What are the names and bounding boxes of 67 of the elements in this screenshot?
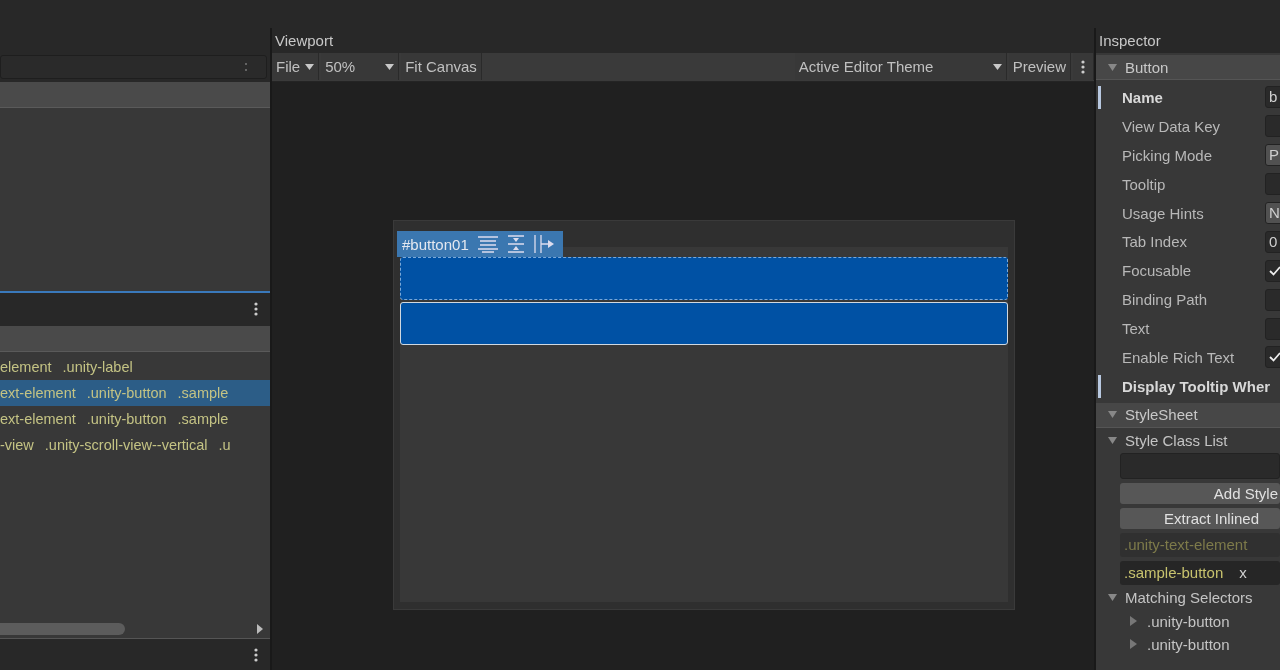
expand-arrow-icon bbox=[1130, 616, 1137, 627]
input-field[interactable]: 0 bbox=[1265, 230, 1280, 253]
section-header[interactable]: StyleSheet bbox=[1096, 402, 1280, 428]
scroll-right-icon[interactable] bbox=[256, 624, 264, 634]
more-icon[interactable] bbox=[254, 646, 258, 663]
dropdown-arrow-icon bbox=[385, 63, 395, 70]
field-label: Binding Path bbox=[1122, 291, 1209, 309]
field-label: Text bbox=[1122, 320, 1151, 338]
options-icon[interactable] bbox=[244, 61, 248, 73]
element-name: #button01 bbox=[402, 235, 469, 253]
field-label: Usage Hints bbox=[1122, 204, 1205, 222]
selector-class: element bbox=[0, 359, 52, 375]
dropdown-field[interactable]: P bbox=[1265, 144, 1280, 167]
expand-arrow-icon bbox=[1130, 639, 1137, 650]
selector-class: .sample bbox=[177, 385, 229, 401]
field-label: Enable Rich Text bbox=[1122, 348, 1236, 366]
selector-class: ext-element bbox=[0, 385, 76, 401]
field-label: Focusable bbox=[1122, 262, 1193, 280]
more-icon bbox=[1081, 58, 1085, 75]
check-icon bbox=[1269, 265, 1280, 276]
caret-icon bbox=[1108, 63, 1117, 71]
caret-icon bbox=[1108, 411, 1117, 419]
more-icon[interactable] bbox=[254, 300, 258, 317]
class-tag[interactable]: .sample-button x bbox=[1120, 560, 1280, 585]
input-field[interactable]: b bbox=[1265, 86, 1280, 109]
selector-class: .sample bbox=[177, 411, 229, 427]
field-label: Name bbox=[1122, 88, 1164, 106]
field-label: Picking Mode bbox=[1122, 146, 1214, 164]
selector-class: .u bbox=[218, 437, 231, 453]
selector-class: .unity-button bbox=[86, 385, 167, 401]
add-style-button[interactable]: Add Style bbox=[1120, 482, 1280, 504]
field-label: View Data Key bbox=[1122, 117, 1222, 135]
scrollbar-thumb[interactable] bbox=[0, 623, 125, 635]
checkbox[interactable] bbox=[1265, 346, 1280, 369]
canvas-button[interactable] bbox=[400, 302, 1008, 345]
extract-button[interactable]: Extract Inlined bbox=[1120, 507, 1280, 529]
panel-title: Inspector bbox=[1099, 32, 1161, 49]
selector-class: .unity-scroll-view--vertical bbox=[44, 437, 208, 453]
selector-class: .unity-button bbox=[86, 411, 167, 427]
dropdown-arrow-icon bbox=[305, 63, 315, 70]
dropdown-arrow-icon bbox=[992, 63, 1002, 70]
caret-icon bbox=[1108, 436, 1117, 444]
class-row[interactable]: ext-element .unity-button .sample bbox=[0, 380, 270, 406]
align-lines-icon[interactable] bbox=[476, 235, 499, 253]
check-icon bbox=[1269, 352, 1280, 363]
caret-icon bbox=[1108, 593, 1117, 601]
class-row[interactable]: ext-element .unity-button .sample bbox=[0, 406, 270, 432]
selector-class: .unity-label bbox=[62, 359, 133, 375]
arrow-bar-icon[interactable] bbox=[532, 234, 555, 254]
selector-class: ext-element bbox=[0, 411, 76, 427]
field-label: Display Tooltip Wher bbox=[1122, 377, 1271, 395]
panel-title: Viewport bbox=[275, 32, 334, 49]
canvas-button[interactable] bbox=[400, 257, 1008, 300]
selector-item[interactable]: .unity-button bbox=[1096, 632, 1280, 656]
selector-class: -view bbox=[0, 437, 34, 453]
class-row[interactable]: -view .unity-scroll-view--vertical .u bbox=[0, 432, 270, 458]
search-field[interactable] bbox=[0, 55, 267, 79]
selector-item[interactable]: .unity-button bbox=[1096, 609, 1280, 633]
dropdown-field[interactable]: N bbox=[1265, 202, 1280, 224]
vertical-align-icon[interactable] bbox=[506, 235, 525, 253]
foldout-header[interactable]: Style Class List bbox=[1096, 427, 1280, 453]
field-label: Tooltip bbox=[1122, 175, 1167, 193]
section-header[interactable]: Button bbox=[1096, 55, 1280, 80]
checkbox[interactable] bbox=[1265, 259, 1280, 282]
foldout-header[interactable]: Matching Selectors bbox=[1096, 584, 1280, 610]
class-row[interactable]: element .unity-label bbox=[0, 354, 270, 380]
field-label: Tab Index bbox=[1122, 233, 1189, 251]
